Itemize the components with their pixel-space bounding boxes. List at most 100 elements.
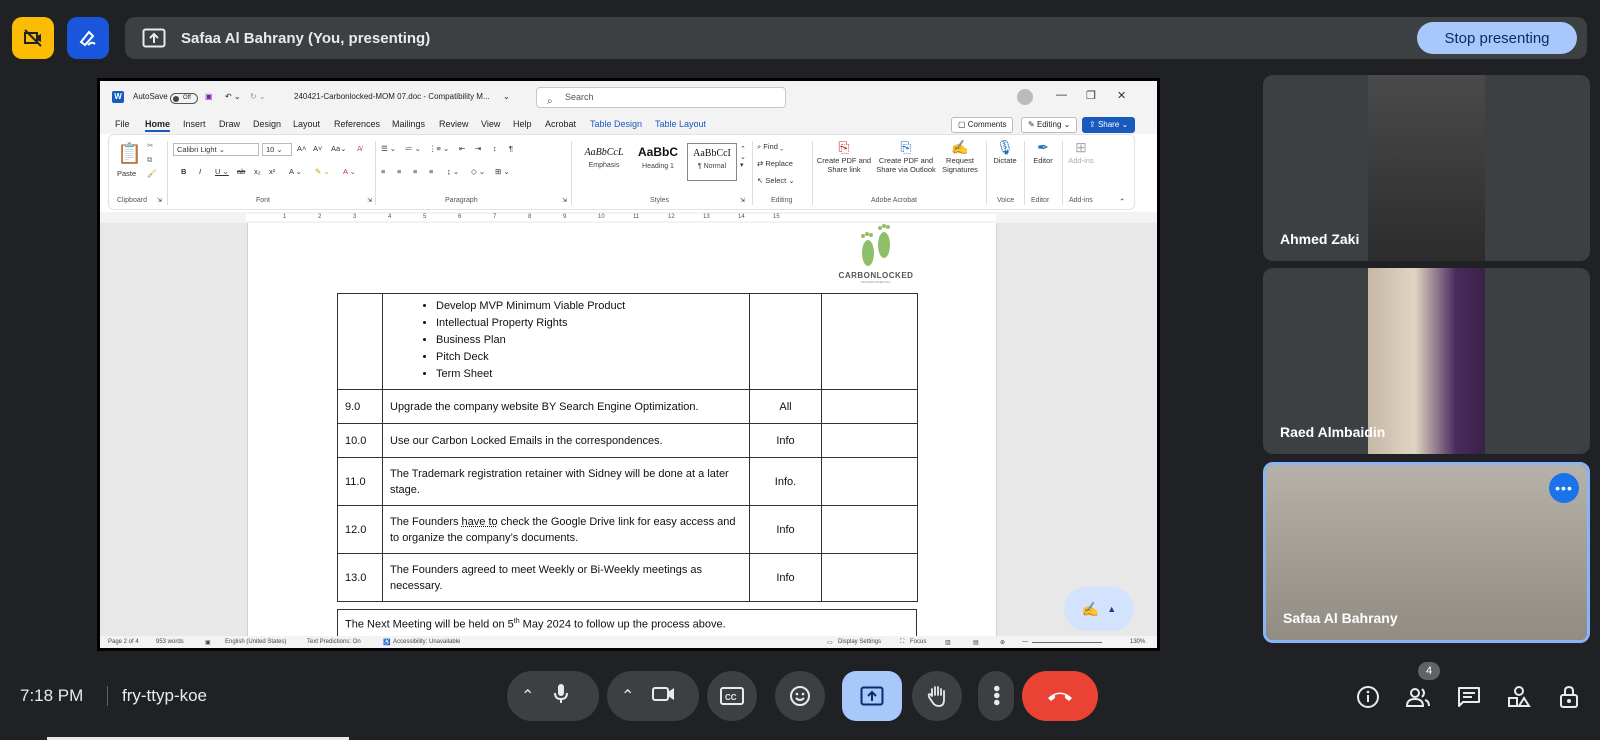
annotation-tools-button[interactable]: ✍ ▲ [1064, 587, 1134, 631]
styles-scroll-icon[interactable]: ⌃ ⌄ ▾ [740, 145, 746, 169]
increase-indent-icon[interactable]: ⇥ [475, 144, 481, 153]
save-icon[interactable]: ▣ [205, 92, 213, 101]
zoom-out-icon[interactable]: — [1022, 639, 1028, 645]
align-center-icon[interactable]: ≡ [397, 167, 401, 176]
clear-formatting-icon[interactable]: A̸ [357, 144, 362, 153]
language-status[interactable]: English (United States) [225, 639, 286, 645]
table-row[interactable]: 12.0 The Founders have to check the Goog… [337, 505, 918, 554]
camera-off-icon[interactable] [12, 17, 54, 59]
document-area[interactable]: CARBONLOCKED TECHNOLOGIES INC. Develop M… [100, 223, 1157, 636]
display-settings-label[interactable]: Display Settings [838, 639, 881, 645]
item-responsible[interactable]: Info [749, 553, 822, 602]
style-normal[interactable]: AaBbCcI ¶ Normal [687, 143, 737, 181]
dictate-button[interactable]: 🎙 Dictate [990, 139, 1020, 165]
tab-view[interactable]: View [481, 119, 500, 129]
item-number[interactable]: 12.0 [337, 505, 383, 554]
table-row[interactable]: 10.0 Use our Carbon Locked Emails in the… [337, 423, 918, 458]
tab-layout[interactable]: Layout [293, 119, 320, 129]
camera-control[interactable]: ⌃ [607, 671, 699, 721]
bullets-icon[interactable]: ☰ ⌄ [381, 144, 396, 153]
self-view-tile[interactable]: ••• Safaa Al Bahrany [1263, 462, 1590, 643]
share-button[interactable]: ⇪ Share ⌄ [1082, 117, 1136, 133]
tab-table-layout[interactable]: Table Layout [655, 119, 706, 129]
zoom-level[interactable]: 130% [1130, 639, 1145, 645]
text-predictions-status[interactable]: Text Predictions: On [307, 639, 361, 645]
autosave-toggle[interactable]: Off [170, 93, 198, 104]
strikethrough-icon[interactable]: ab [237, 167, 245, 176]
table-row[interactable]: 9.0 Upgrade the company website BY Searc… [337, 389, 918, 424]
accessibility-icon[interactable]: ♿ [383, 639, 390, 646]
leave-call-button[interactable] [1022, 671, 1098, 721]
line-spacing-icon[interactable]: ↨ ⌄ [447, 167, 459, 176]
focus-label[interactable]: Focus [910, 639, 926, 645]
superscript-icon[interactable]: x² [269, 167, 275, 176]
font-launcher-icon[interactable]: ⇲ [367, 197, 372, 204]
focus-icon[interactable]: ⛶ [900, 639, 904, 646]
table-cell[interactable] [821, 293, 918, 390]
justify-icon[interactable]: ≡ [429, 167, 433, 176]
item-number[interactable]: 9.0 [337, 389, 383, 424]
underline-icon[interactable]: U ⌄ [215, 167, 229, 176]
subscript-icon[interactable]: x₂ [254, 167, 261, 176]
participant-tile[interactable]: Raed Almbaidin [1263, 268, 1590, 454]
align-right-icon[interactable]: ≡ [413, 167, 417, 176]
shading-icon[interactable]: ◇ ⌄ [471, 167, 485, 176]
comments-button[interactable]: ▢ Comments [951, 117, 1014, 133]
tab-review[interactable]: Review [439, 119, 469, 129]
show-formatting-icon[interactable]: ¶ [509, 144, 513, 153]
find-button[interactable]: ⌕ Find ⌄ [757, 142, 784, 152]
tab-file[interactable]: File [115, 119, 130, 129]
display-settings-icon[interactable]: ▭ [827, 639, 833, 646]
table-cell[interactable] [821, 389, 918, 424]
word-search-box[interactable]: ⌕ Search [536, 87, 786, 108]
create-pdf-outlook-button[interactable]: ⎘ Create PDF and Share via Outlook [874, 139, 938, 174]
meeting-code[interactable]: fry-ttyp-koe [107, 686, 207, 706]
collapse-ribbon-icon[interactable]: ⌃ [1119, 197, 1125, 206]
table-cell[interactable] [337, 293, 383, 390]
style-heading-1[interactable]: AaBbC Heading 1 [633, 143, 683, 181]
select-button[interactable]: ↖ Select ⌄ [757, 176, 795, 185]
accessibility-status[interactable]: Accessibility: Unavailable [393, 639, 460, 645]
account-avatar-icon[interactable] [1017, 89, 1033, 105]
editing-mode-button[interactable]: ✎ Editing ⌄ [1021, 117, 1078, 133]
table-cell[interactable] [821, 423, 918, 458]
styles-launcher-icon[interactable]: ⇲ [740, 197, 745, 204]
zoom-slider[interactable] [1032, 642, 1102, 643]
more-options-button[interactable]: ••• [978, 671, 1014, 721]
add-ins-button[interactable]: ⊞ Add-ins [1066, 139, 1096, 165]
item-description[interactable]: Use our Carbon Locked Emails in the corr… [382, 423, 750, 458]
item-number[interactable]: 11.0 [337, 457, 383, 506]
tab-acrobat[interactable]: Acrobat [545, 119, 576, 129]
replace-button[interactable]: ⇄ Replace [757, 159, 793, 168]
microphone-control[interactable]: ⌃ [507, 671, 599, 721]
chat-icon[interactable] [1455, 683, 1483, 711]
item-responsible[interactable]: All [749, 389, 822, 424]
redo-icon[interactable]: ↻ ⌄ [250, 92, 266, 101]
table-cell[interactable] [821, 553, 918, 602]
text-effects-icon[interactable]: A ⌄ [289, 167, 302, 176]
highlight-icon[interactable]: ✎ ⌄ [315, 167, 330, 176]
tab-draw[interactable]: Draw [219, 119, 240, 129]
tab-mailings[interactable]: Mailings [392, 119, 425, 129]
font-color-icon[interactable]: A ⌄ [343, 167, 356, 176]
font-size-select[interactable]: 10 ⌄ [262, 143, 292, 156]
audio-options-chevron-icon[interactable]: ⌃ [521, 686, 534, 706]
item-description[interactable]: Upgrade the company website BY Search En… [382, 389, 750, 424]
paste-icon[interactable]: 📋 [117, 141, 142, 166]
table-cell[interactable] [749, 293, 822, 390]
table-cell[interactable] [821, 505, 918, 554]
item-number[interactable]: 13.0 [337, 553, 383, 602]
italic-icon[interactable]: I [199, 167, 201, 176]
decrease-indent-icon[interactable]: ⇤ [459, 144, 465, 153]
item-description[interactable]: The Trademark registration retainer with… [382, 457, 750, 506]
item-responsible[interactable]: Info [749, 505, 822, 554]
read-mode-icon[interactable]: ▥ [945, 639, 951, 646]
editor-button[interactable]: ✒ Editor [1028, 139, 1058, 165]
item-responsible[interactable]: Info. [749, 457, 822, 506]
tab-home[interactable]: Home [145, 119, 171, 132]
paste-label[interactable]: Paste [117, 169, 136, 178]
raise-hand-button[interactable] [912, 671, 962, 721]
microphone-icon[interactable] [552, 683, 570, 710]
web-layout-icon[interactable]: ⊕ [1000, 639, 1005, 646]
table-row[interactable]: 11.0 The Trademark registration retainer… [337, 457, 918, 506]
